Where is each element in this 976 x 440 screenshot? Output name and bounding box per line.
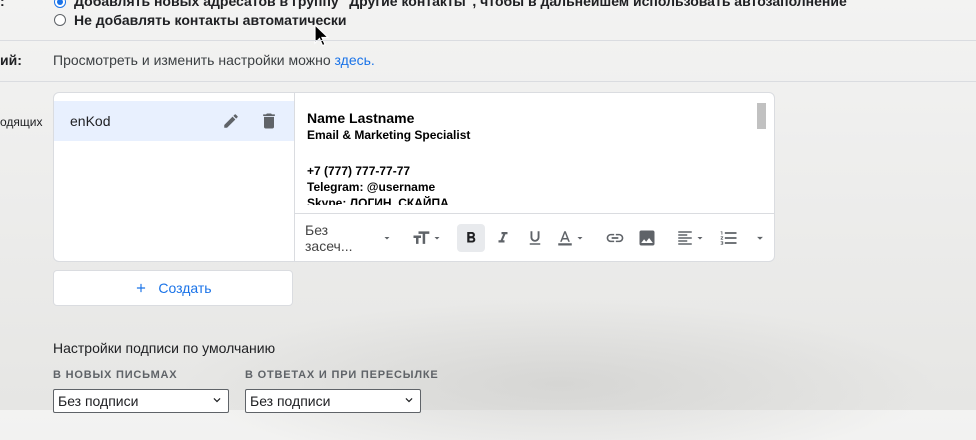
- signature-content[interactable]: Name Lastname Email & Marketing Speciali…: [307, 109, 747, 205]
- align-left-icon: [678, 231, 692, 245]
- divider: [0, 81, 976, 82]
- option-add-contacts-label: Добавлять новых адресатов в группу "Друг…: [74, 0, 847, 9]
- signature-telegram: Telegram: @username: [307, 180, 436, 194]
- settings-text: Просмотреть и изменить настройки можно з…: [53, 52, 375, 68]
- numbered-list-button[interactable]: [715, 224, 743, 252]
- italic-button[interactable]: [489, 224, 517, 252]
- bold-icon: [467, 232, 476, 243]
- signature-list-item[interactable]: enKod: [54, 101, 294, 141]
- chevron-down-icon: [405, 398, 413, 403]
- editor-scrollbar[interactable]: [757, 101, 766, 205]
- new-messages-select[interactable]: Без подписи: [53, 389, 229, 413]
- edit-pencil-icon[interactable]: [222, 112, 240, 130]
- italic-icon: [498, 232, 508, 243]
- more-formatting-button[interactable]: [749, 224, 771, 252]
- underline-icon: [529, 231, 541, 245]
- signature-phone: +7 (777) 777-77-77: [307, 164, 411, 178]
- bold-button[interactable]: [457, 224, 485, 252]
- caret-down-icon: [384, 237, 390, 240]
- insert-image-button[interactable]: [633, 224, 661, 252]
- signature-list: enKod: [54, 93, 295, 261]
- settings-link[interactable]: здесь: [335, 52, 371, 68]
- row-label-settings: ий:: [0, 52, 22, 68]
- text-color-button[interactable]: [553, 224, 589, 252]
- link-icon: [606, 233, 624, 243]
- caret-down-icon: [577, 237, 583, 240]
- option-no-add-contacts-label: Не добавлять контакты автоматически: [74, 12, 347, 28]
- signature-editor[interactable]: Name Lastname Email & Marketing Speciali…: [295, 93, 774, 261]
- replies-label: В ОТВЕТАХ И ПРИ ПЕРЕСЫЛКЕ: [245, 369, 439, 381]
- editor-toolbar: Без засеч...: [295, 213, 774, 261]
- signature-item-name: enKod: [70, 113, 111, 129]
- signature-name: Name Lastname: [307, 110, 415, 126]
- editor-scrollbar-thumb[interactable]: [757, 103, 766, 129]
- new-messages-label: В НОВЫХ ПИСЬМАХ: [53, 369, 178, 381]
- font-family-label: Без засеч...: [305, 222, 353, 254]
- row-label-partial: :: [0, 0, 5, 9]
- radio-no-add-contacts[interactable]: [54, 14, 66, 26]
- plus-icon: [137, 283, 146, 293]
- numbered-list-icon: [720, 231, 737, 245]
- mouse-cursor-icon: [314, 24, 330, 47]
- font-size-button[interactable]: [409, 224, 445, 252]
- insert-link-button[interactable]: [601, 224, 629, 252]
- image-icon: [639, 230, 655, 246]
- row-label-signature: одящих: [0, 115, 43, 129]
- replies-select[interactable]: Без подписи: [245, 389, 421, 413]
- create-signature-button[interactable]: Создать: [53, 270, 293, 306]
- caret-down-icon: [757, 236, 763, 240]
- divider: [0, 40, 976, 41]
- default-settings-title: Настройки подписи по умолчанию: [53, 340, 276, 356]
- radio-add-contacts[interactable]: [54, 0, 66, 8]
- replies-select-value: Без подписи: [250, 393, 331, 409]
- text-size-icon: [413, 231, 430, 244]
- caret-down-icon: [434, 237, 440, 240]
- create-signature-label: Создать: [158, 280, 212, 296]
- font-family-select[interactable]: Без засеч...: [305, 222, 393, 254]
- signature-panel: enKod Name Lastname Email & Marketing Sp…: [53, 92, 775, 262]
- align-button[interactable]: [673, 224, 709, 252]
- signature-skype: Skype: ЛОГИН_СКАЙПА: [307, 196, 449, 205]
- underline-button[interactable]: [521, 224, 549, 252]
- trash-icon[interactable]: [259, 111, 279, 131]
- chevron-down-icon: [213, 398, 221, 403]
- settings-suffix: .: [370, 52, 375, 68]
- settings-text-main: Просмотреть и изменить настройки можно: [53, 52, 335, 68]
- text-color-icon: [558, 231, 572, 246]
- new-messages-select-value: Без подписи: [58, 393, 139, 409]
- caret-down-icon: [697, 237, 703, 240]
- signature-title: Email & Marketing Specialist: [307, 128, 471, 142]
